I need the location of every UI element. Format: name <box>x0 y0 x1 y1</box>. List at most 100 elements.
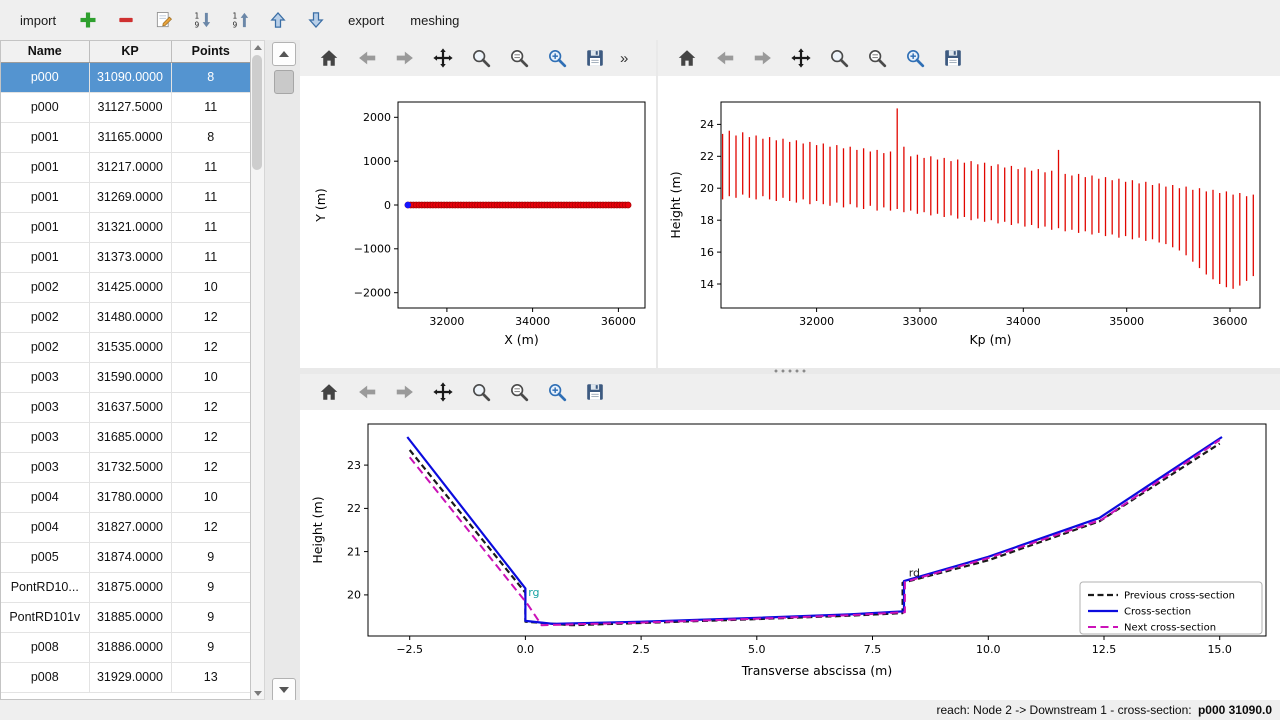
subplots-button[interactable] <box>862 43 892 73</box>
cell-kp[interactable]: 31425.0000 <box>89 272 171 302</box>
customize-button[interactable] <box>900 43 930 73</box>
home-button[interactable] <box>314 43 344 73</box>
cell-kp[interactable]: 31886.0000 <box>89 632 171 662</box>
table-row[interactable]: p00031127.500011 <box>1 92 250 122</box>
cell-points[interactable]: 10 <box>171 482 250 512</box>
cell-kp[interactable]: 31590.0000 <box>89 362 171 392</box>
cell-name[interactable]: p004 <box>1 482 89 512</box>
import-button[interactable]: import <box>12 9 64 32</box>
cell-points[interactable]: 9 <box>171 632 250 662</box>
cell-points[interactable]: 11 <box>171 92 250 122</box>
move-up-button[interactable] <box>264 6 292 34</box>
cell-points[interactable]: 12 <box>171 392 250 422</box>
column-header-points[interactable]: Points <box>171 41 250 62</box>
cell-kp[interactable]: 31732.5000 <box>89 452 171 482</box>
cell-kp[interactable]: 31929.0000 <box>89 662 171 692</box>
cell-name[interactable]: p005 <box>1 542 89 572</box>
save-button[interactable] <box>580 43 610 73</box>
cell-kp[interactable]: 31127.5000 <box>89 92 171 122</box>
cell-kp[interactable]: 31480.0000 <box>89 302 171 332</box>
cell-kp[interactable]: 31321.0000 <box>89 212 171 242</box>
cell-name[interactable]: p004 <box>1 512 89 542</box>
cell-name[interactable]: p003 <box>1 422 89 452</box>
panel-scrollbar-thumb[interactable] <box>274 70 294 94</box>
table-row[interactable]: p00431827.000012 <box>1 512 250 542</box>
cell-points[interactable]: 13 <box>171 662 250 692</box>
cell-name[interactable]: p003 <box>1 392 89 422</box>
forward-button[interactable] <box>390 377 420 407</box>
cross-section-chart[interactable]: rgrdPrevious cross-sectionCross-sectionN… <box>300 410 1280 700</box>
table-row[interactable]: p00831929.000013 <box>1 662 250 692</box>
cell-kp[interactable]: 31875.0000 <box>89 572 171 602</box>
table-scrollbar[interactable] <box>251 40 265 700</box>
cell-points[interactable]: 9 <box>171 572 250 602</box>
table-row[interactable]: p00531874.00009 <box>1 542 250 572</box>
cell-name[interactable]: p008 <box>1 662 89 692</box>
table-row[interactable]: p00031090.00008 <box>1 62 250 92</box>
table-row[interactable]: PontRD101v31885.00009 <box>1 602 250 632</box>
cell-name[interactable]: p002 <box>1 302 89 332</box>
cell-kp[interactable]: 31165.0000 <box>89 122 171 152</box>
cell-points[interactable]: 12 <box>171 452 250 482</box>
panel-scroll-up-button[interactable] <box>272 42 296 66</box>
cell-name[interactable]: p003 <box>1 452 89 482</box>
cell-kp[interactable]: 31090.0000 <box>89 62 171 92</box>
zoom-button[interactable] <box>824 43 854 73</box>
customize-button[interactable] <box>542 377 572 407</box>
toolbar-overflow-chevron[interactable]: » <box>620 50 628 67</box>
cell-name[interactable]: p002 <box>1 332 89 362</box>
cell-points[interactable]: 9 <box>171 602 250 632</box>
zoom-button[interactable] <box>466 377 496 407</box>
pan-button[interactable] <box>428 43 458 73</box>
cell-points[interactable]: 10 <box>171 362 250 392</box>
cell-kp[interactable]: 31827.0000 <box>89 512 171 542</box>
sort-ascending-button[interactable]: 19 <box>226 6 254 34</box>
subplots-button[interactable] <box>504 377 534 407</box>
cell-name[interactable]: p000 <box>1 92 89 122</box>
cell-name[interactable]: p001 <box>1 152 89 182</box>
cell-points[interactable]: 8 <box>171 62 250 92</box>
forward-button[interactable] <box>390 43 420 73</box>
edit-button[interactable] <box>150 6 178 34</box>
cell-kp[interactable]: 31637.5000 <box>89 392 171 422</box>
table-row[interactable]: p00231480.000012 <box>1 302 250 332</box>
cell-name[interactable]: p003 <box>1 362 89 392</box>
table-row[interactable]: p00331732.500012 <box>1 452 250 482</box>
zoom-button[interactable] <box>466 43 496 73</box>
cell-points[interactable]: 10 <box>171 272 250 302</box>
save-button[interactable] <box>938 43 968 73</box>
table-scrollbar-thumb[interactable] <box>252 55 262 170</box>
move-down-button[interactable] <box>302 6 330 34</box>
subplots-button[interactable] <box>504 43 534 73</box>
table-row[interactable]: p00831886.00009 <box>1 632 250 662</box>
column-header-kp[interactable]: KP <box>89 41 171 62</box>
meshing-button[interactable]: meshing <box>402 9 467 32</box>
cell-kp[interactable]: 31217.0000 <box>89 152 171 182</box>
add-cross-section-button[interactable] <box>74 6 102 34</box>
table-row[interactable]: p00431780.000010 <box>1 482 250 512</box>
longitudinal-profile-chart[interactable]: 3200033000340003500036000141618202224Kp … <box>658 76 1278 368</box>
table-row[interactable]: p00131165.00008 <box>1 122 250 152</box>
cell-name[interactable]: p001 <box>1 242 89 272</box>
cell-kp[interactable]: 31885.0000 <box>89 602 171 632</box>
home-button[interactable] <box>672 43 702 73</box>
cell-kp[interactable]: 31373.0000 <box>89 242 171 272</box>
cell-name[interactable]: p008 <box>1 632 89 662</box>
table-row[interactable]: p00131269.000011 <box>1 182 250 212</box>
table-scrollbar-up-arrow[interactable] <box>251 41 264 53</box>
cell-points[interactable]: 11 <box>171 212 250 242</box>
cell-name[interactable]: p001 <box>1 212 89 242</box>
remove-cross-section-button[interactable] <box>112 6 140 34</box>
forward-button[interactable] <box>748 43 778 73</box>
table-row[interactable]: p00131217.000011 <box>1 152 250 182</box>
cell-name[interactable]: p000 <box>1 62 89 92</box>
table-row[interactable]: p00331590.000010 <box>1 362 250 392</box>
table-row[interactable]: p00131373.000011 <box>1 242 250 272</box>
cell-name[interactable]: p001 <box>1 122 89 152</box>
cell-points[interactable]: 9 <box>171 542 250 572</box>
cell-points[interactable]: 12 <box>171 332 250 362</box>
customize-button[interactable] <box>542 43 572 73</box>
table-row[interactable]: p00331637.500012 <box>1 392 250 422</box>
plan-view-chart[interactable]: 320003400036000−2000−1000010002000X (m)Y… <box>300 76 656 368</box>
cell-kp[interactable]: 31535.0000 <box>89 332 171 362</box>
